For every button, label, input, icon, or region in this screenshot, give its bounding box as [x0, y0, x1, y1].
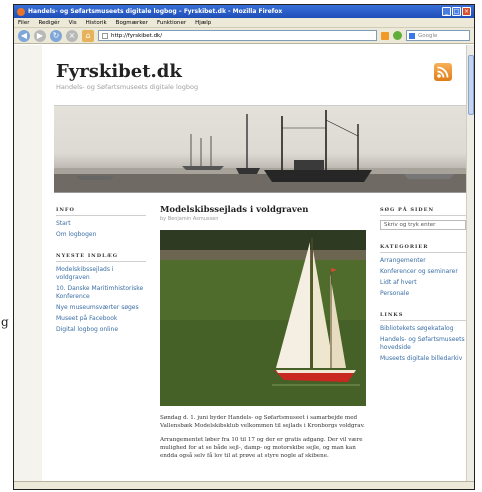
category-link[interactable]: Personale: [380, 290, 466, 298]
url-text: http://fyrskibet.dk/: [111, 32, 163, 39]
search-heading: SØG PÅ SIDEN: [380, 207, 466, 216]
page-viewport: Fyrskibet.dk Handels- og Søfartsmuseets …: [14, 45, 466, 481]
sidebar-link-start[interactable]: Start: [56, 220, 146, 228]
menu-file[interactable]: Filer: [18, 20, 29, 26]
edge-glyph: g: [1, 315, 9, 329]
menu-history[interactable]: Historik: [86, 20, 107, 26]
go-icon[interactable]: [393, 31, 402, 40]
window-titlebar: Handels- og Søfartsmuseets digitale logb…: [14, 5, 474, 18]
left-sidebar: INFO Start Om logbogen NYESTE INDLÆG Mod…: [56, 207, 146, 348]
post-title[interactable]: Modelskibssejlads i voldgraven: [160, 205, 366, 215]
site-header: Fyrskibet.dk Handels- og Søfartsmuseets …: [42, 45, 466, 100]
menu-edit[interactable]: Redigér: [38, 20, 59, 26]
main-post: Modelskibssejlads i voldgraven by Benjam…: [160, 205, 366, 466]
back-arrow-icon[interactable]: ◀: [18, 29, 30, 42]
sidebar-link-about[interactable]: Om logbogen: [56, 231, 146, 239]
recent-post-link[interactable]: 10. Danske Maritimhistoriske Konference: [56, 285, 146, 301]
menu-bookmarks[interactable]: Bogmærker: [116, 20, 148, 26]
recent-post-link[interactable]: Nye museumsværter søges: [56, 304, 146, 312]
close-button[interactable]: ×: [462, 7, 471, 16]
external-link[interactable]: Bibliotekets søgekatalog: [380, 325, 466, 333]
page-content: Fyrskibet.dk Handels- og Søfartsmuseets …: [42, 45, 466, 481]
external-link[interactable]: Museets digitale billedarkiv: [380, 355, 466, 363]
navigation-toolbar: ◀ ▶ ↻ × ⌂ http://fyrskibet.dk/ Google: [14, 28, 474, 44]
menubar: Filer Redigér Vis Historik Bogmærker Fun…: [14, 18, 474, 28]
category-link[interactable]: Lidt af hvert: [380, 279, 466, 287]
status-bar: [14, 481, 474, 489]
links-heading: LINKS: [380, 312, 466, 321]
category-link[interactable]: Arrangementer: [380, 257, 466, 265]
categories-heading: KATEGORIER: [380, 244, 466, 253]
menu-view[interactable]: Vis: [69, 20, 77, 26]
links-block: LINKS Bibliotekets søgekatalog Handels- …: [380, 312, 466, 363]
browser-search-placeholder: Google: [418, 32, 438, 39]
firefox-icon: [17, 7, 25, 16]
site-tagline: Handels- og Søfartsmuseets digitale logb…: [56, 83, 199, 91]
category-link[interactable]: Konferencer og seminarer: [380, 268, 466, 276]
rss-feed-icon[interactable]: [434, 63, 452, 81]
stop-icon[interactable]: ×: [66, 29, 78, 42]
post-photo-model-sailboat: [160, 230, 366, 406]
header-banner-image: [54, 105, 466, 193]
home-icon[interactable]: ⌂: [82, 29, 94, 42]
categories-block: KATEGORIER Arrangementer Konferencer og …: [380, 244, 466, 298]
forward-arrow-icon[interactable]: ▶: [34, 29, 46, 42]
minimize-button[interactable]: _: [442, 7, 451, 16]
url-bar[interactable]: http://fyrskibet.dk/: [98, 30, 377, 41]
menu-help[interactable]: Hjælp: [195, 20, 211, 26]
right-sidebar: SØG PÅ SIDEN Skriv og tryk enter KATEGOR…: [380, 207, 466, 377]
info-block: INFO Start Om logbogen: [56, 207, 146, 239]
post-body: Søndag d. 1. juni byder Handels- og Søfa…: [160, 414, 366, 460]
search-engine-icon: [409, 32, 415, 39]
page-favicon-icon: [102, 32, 108, 39]
browser-search-input[interactable]: Google: [406, 30, 470, 41]
menu-tools[interactable]: Funktioner: [157, 20, 186, 26]
recent-post-link[interactable]: Digital logbog online: [56, 326, 146, 334]
recent-posts-block: NYESTE INDLÆG Modelskibssejlads i voldgr…: [56, 253, 146, 334]
window-title: Handels- og Søfartsmuseets digitale logb…: [28, 8, 283, 15]
external-link[interactable]: Handels- og Søfartsmuseets hovedside: [380, 336, 466, 352]
recent-post-link[interactable]: Modelskibssejlads i voldgraven: [56, 266, 146, 282]
window-controls: _ □ ×: [442, 7, 471, 16]
post-paragraph: Arrangementet løber fra 10 til 17 og der…: [160, 437, 363, 459]
recent-posts-heading: NYESTE INDLÆG: [56, 253, 146, 262]
site-title[interactable]: Fyrskibet.dk: [56, 61, 182, 82]
browser-window: Handels- og Søfartsmuseets digitale logb…: [13, 4, 475, 490]
vertical-scrollbar[interactable]: [466, 45, 474, 481]
post-byline: by Benjamin Asmussen: [160, 216, 219, 222]
maximize-button[interactable]: □: [452, 7, 461, 16]
info-heading: INFO: [56, 207, 146, 216]
rss-feed-small-icon[interactable]: [381, 31, 389, 40]
post-paragraph: Søndag d. 1. juni byder Handels- og Søfa…: [160, 415, 365, 429]
recent-post-link[interactable]: Museet på Facebook: [56, 315, 146, 323]
reload-icon[interactable]: ↻: [50, 29, 62, 42]
site-search-input[interactable]: Skriv og tryk enter: [380, 220, 466, 230]
scrollbar-thumb[interactable]: [468, 55, 474, 115]
